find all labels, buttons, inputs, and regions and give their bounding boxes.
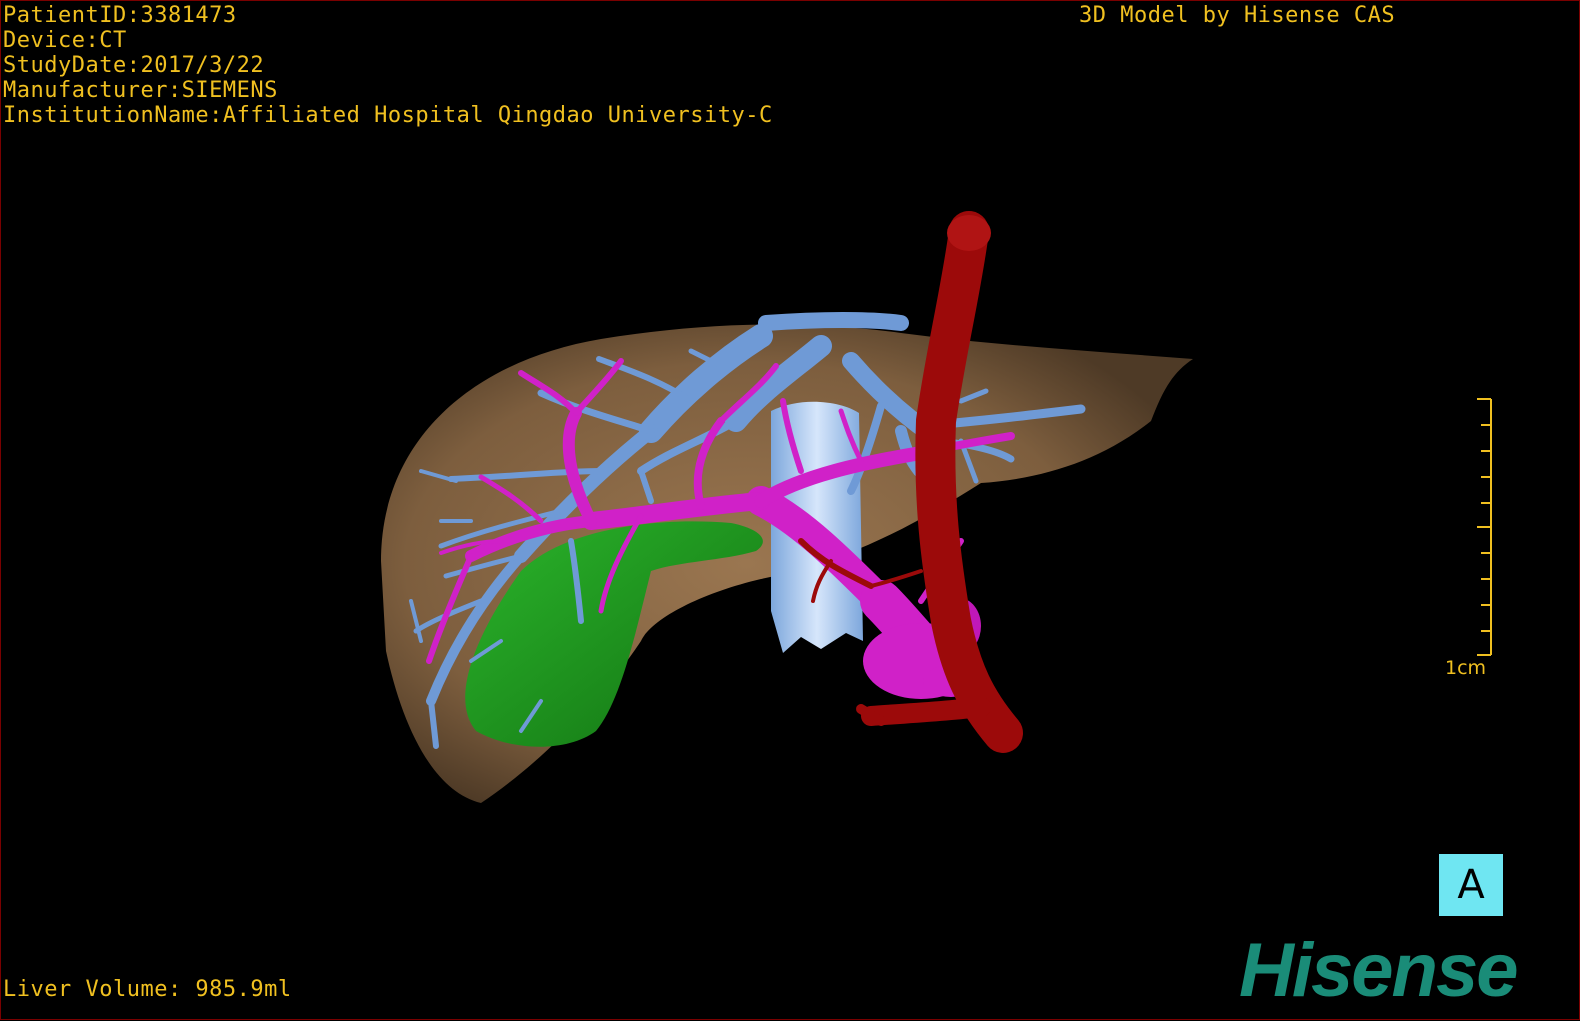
liver-3d-model[interactable] xyxy=(1,1,1580,1021)
liver-volume: Liver Volume: 985.9ml xyxy=(3,977,292,1002)
scale-ruler xyxy=(1477,398,1492,656)
3d-viewport[interactable]: PatientID:3381473 Device:CT StudyDate:20… xyxy=(0,0,1580,1020)
orientation-marker[interactable]: A xyxy=(1439,854,1503,916)
ruler-label: 1cm xyxy=(1445,657,1487,679)
aorta-top xyxy=(947,215,991,251)
hisense-logo: Hisense xyxy=(1239,928,1518,1013)
